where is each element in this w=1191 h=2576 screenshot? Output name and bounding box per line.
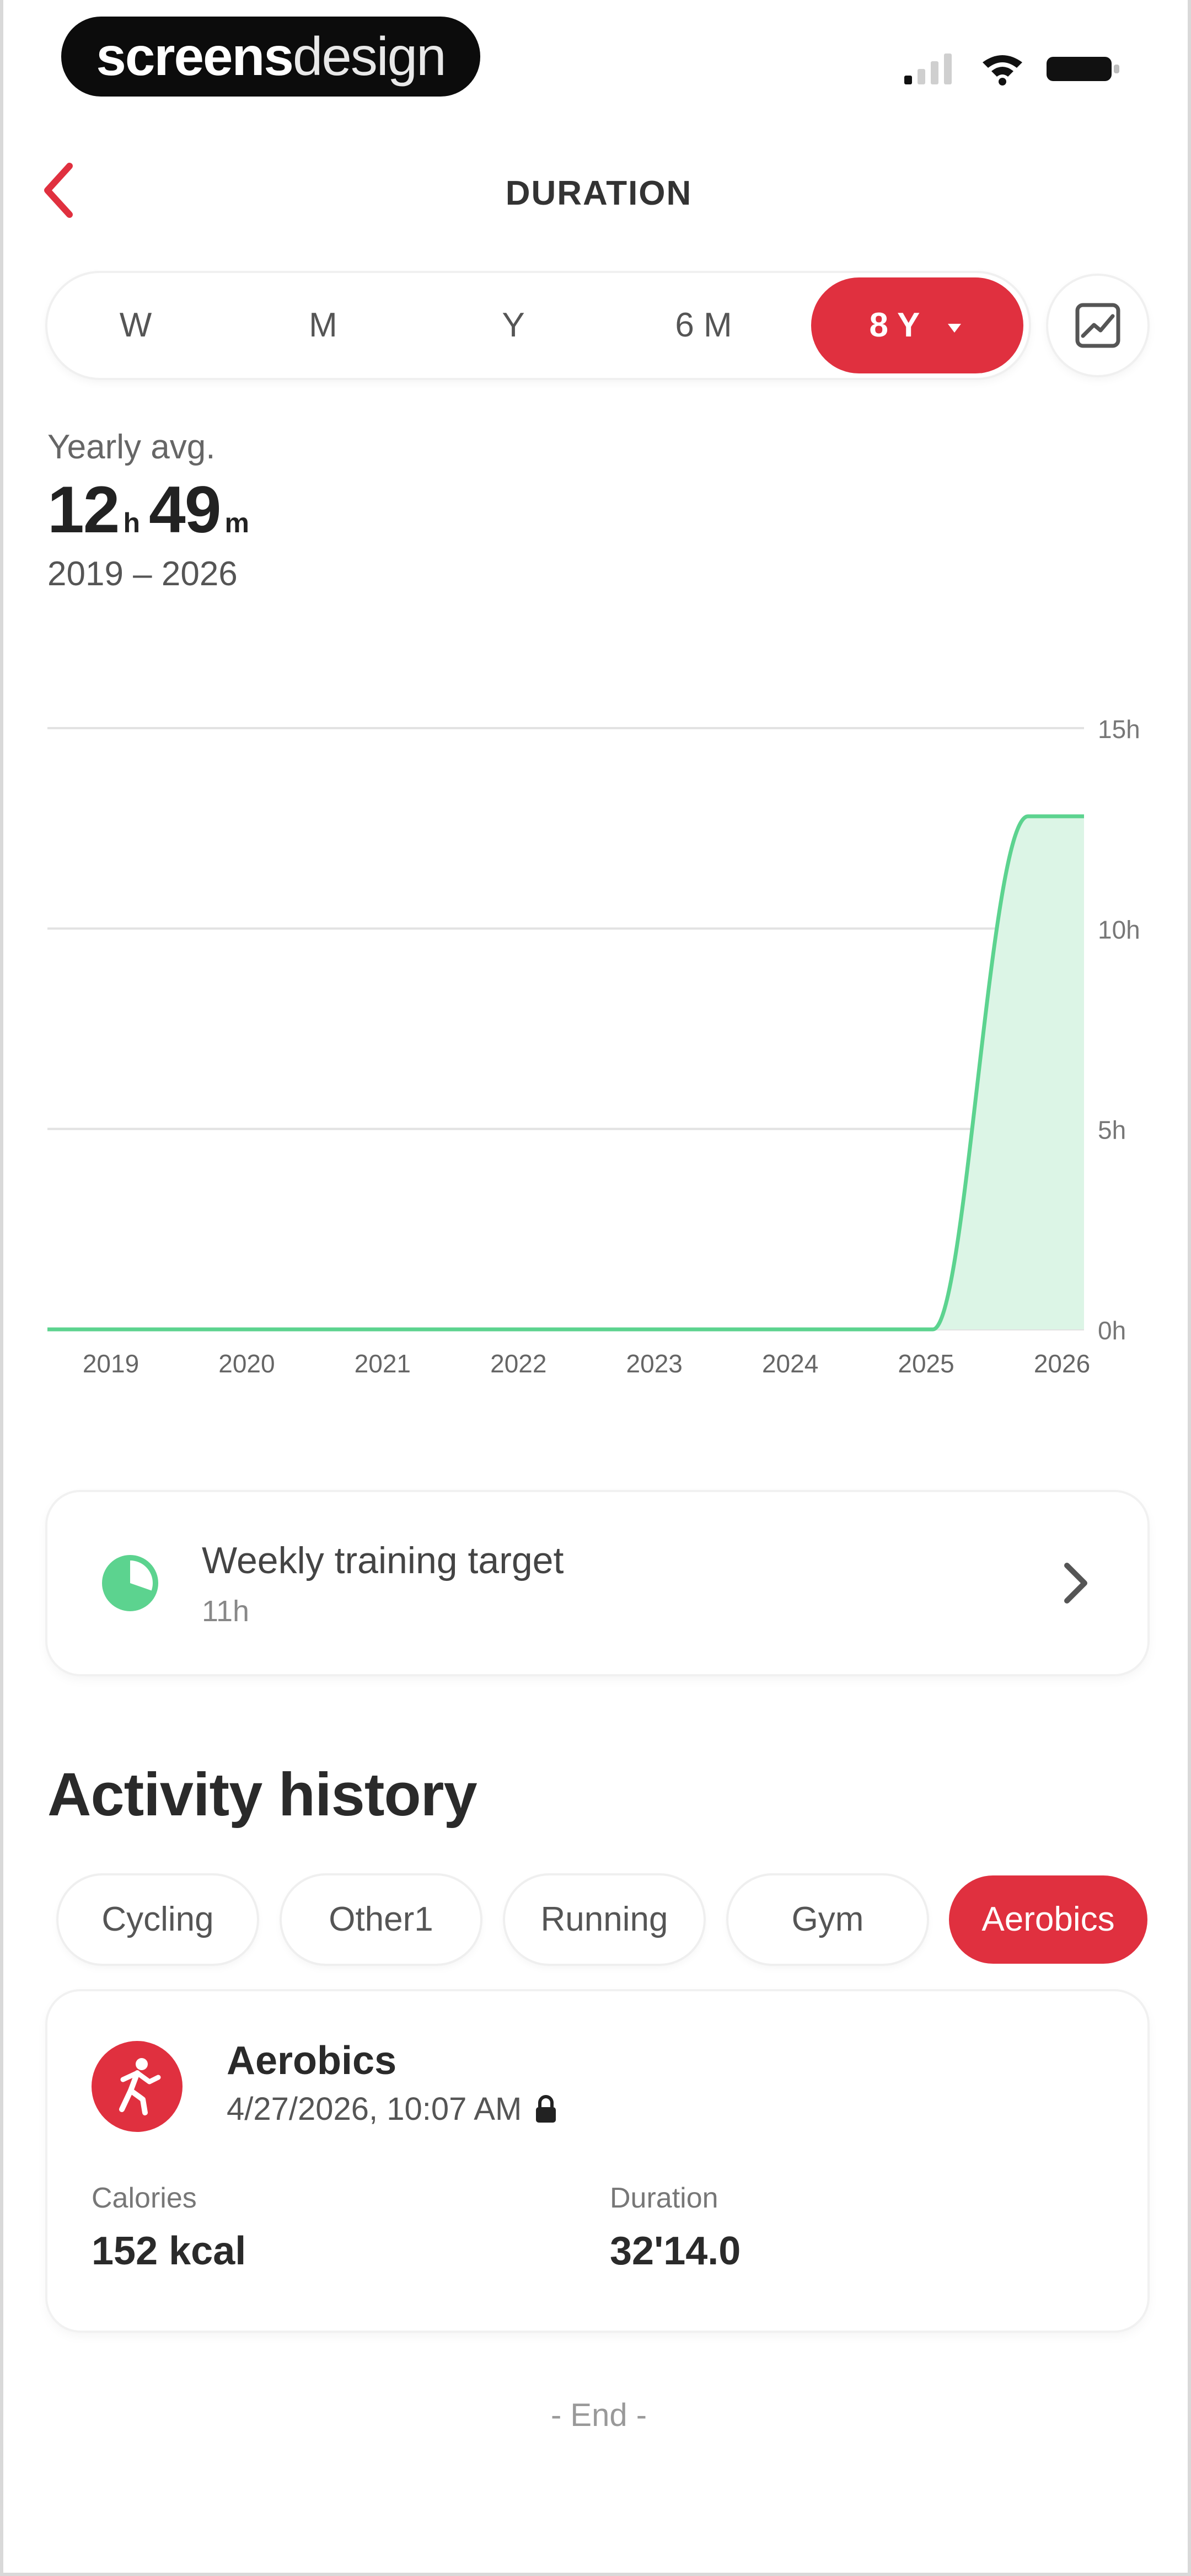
chart-y-tick-label: 10h (1098, 915, 1140, 944)
tab-month[interactable]: M (268, 273, 378, 378)
filter-chip-other1[interactable]: Other1 (282, 1875, 480, 1964)
battery-icon (1047, 57, 1119, 81)
filter-chip-label: Running (540, 1900, 668, 1938)
brand-logo-light: design (292, 26, 447, 87)
chart-view-button[interactable] (1048, 276, 1147, 375)
page-title: DURATION (505, 174, 693, 212)
chart-x-tick-label: 2021 (355, 1349, 411, 1378)
filter-chip-label: Gym (791, 1900, 864, 1938)
filter-chip-running[interactable]: Running (505, 1875, 704, 1964)
summary-range: 2019 – 2026 (47, 555, 238, 593)
filter-chip-label: Other1 (329, 1900, 433, 1938)
summary-minutes: 49 (149, 473, 221, 547)
end-of-list-label: - End - (550, 2397, 647, 2433)
duration-label: Duration (610, 2182, 718, 2214)
tab-month-label: M (309, 306, 337, 344)
activity-date: 4/27/2026, 10:07 AM (227, 2091, 522, 2127)
duration-chart: 0h 5h 10h 15h 2019 2020 2021 2022 2023 2024 2025 20… (47, 715, 1140, 1378)
chart-x-tick-label: 2026 (1034, 1349, 1090, 1378)
chart-x-tick-label: 2023 (626, 1349, 683, 1378)
status-bar: screensdesign (3, 0, 1191, 121)
filter-chip-gym[interactable]: Gym (728, 1875, 927, 1964)
chart-view-icon (1075, 303, 1120, 348)
tab-six-months[interactable]: 6 M (648, 273, 759, 378)
duration-value: 32'14.0 (610, 2229, 741, 2273)
brand-logo-bold: screens (96, 26, 294, 87)
activity-date-row: 4/27/2026, 10:07 AM (227, 2091, 558, 2128)
target-progress-icon (102, 1555, 158, 1611)
chevron-right-icon (1064, 1563, 1087, 1604)
filter-chip-label: Cycling (101, 1900, 214, 1938)
chart-x-tick-label: 2025 (898, 1349, 954, 1378)
calories-value: 152 kcal (92, 2229, 246, 2273)
weekly-target-title: Weekly training target (202, 1540, 564, 1581)
tab-six-months-label: 6 M (675, 306, 732, 344)
aerobics-icon (92, 2041, 183, 2132)
app-screen: screensdesign DURATION W M Y 6 M 8 Y Yea… (0, 0, 1191, 2576)
summary-hours-unit: h (123, 507, 140, 538)
brand-logo: screensdesign (61, 17, 480, 97)
wifi-icon (983, 55, 1022, 85)
weekly-target-value: 11h (202, 1595, 250, 1628)
chart-series-line (47, 814, 1084, 1332)
activity-card[interactable]: Aerobics 4/27/2026, 10:07 AM Calories 15… (47, 1991, 1147, 2331)
status-icons (904, 47, 1123, 91)
tab-year[interactable]: Y (458, 273, 568, 378)
summary-value: 12 h 49 m (47, 472, 258, 548)
activity-name: Aerobics (227, 2039, 397, 2083)
filter-chip-cycling[interactable]: Cycling (58, 1875, 257, 1964)
summary-minutes-unit: m (224, 507, 249, 538)
weekly-target-card[interactable]: Weekly training target 11h (47, 1492, 1147, 1674)
chart-area-fill (47, 816, 1084, 1329)
chart-x-tick-label: 2022 (490, 1349, 546, 1378)
lock-icon (536, 2094, 556, 2123)
calories-label: Calories (92, 2182, 197, 2214)
tab-year-label: Y (502, 306, 525, 344)
filter-chip-label: Aerobics (981, 1900, 1115, 1938)
caret-down-icon (947, 323, 961, 333)
summary-hours: 12 (47, 473, 120, 547)
aerobics-figure-icon (119, 2057, 160, 2115)
chart-x-tick-label: 2024 (762, 1349, 818, 1378)
chart-y-tick-label: 5h (1098, 1116, 1126, 1145)
filter-chip-aerobics[interactable]: Aerobics (949, 1875, 1147, 1964)
tab-week-label: W (119, 306, 152, 344)
period-tabs: W M Y 6 M 8 Y (47, 273, 1029, 378)
activity-history-title: Activity history (47, 1761, 478, 1829)
signal-icon (904, 54, 952, 84)
tab-eight-years-label: 8 Y (869, 306, 920, 344)
tab-eight-years[interactable]: 8 Y (811, 277, 1023, 373)
chart-y-tick-label: 0h (1098, 1316, 1126, 1345)
summary-label: Yearly avg. (47, 428, 216, 466)
chart-x-tick-label: 2020 (218, 1349, 275, 1378)
chart-y-tick-label: 15h (1098, 715, 1140, 744)
tab-week[interactable]: W (81, 273, 191, 378)
chart-x-tick-label: 2019 (83, 1349, 139, 1378)
